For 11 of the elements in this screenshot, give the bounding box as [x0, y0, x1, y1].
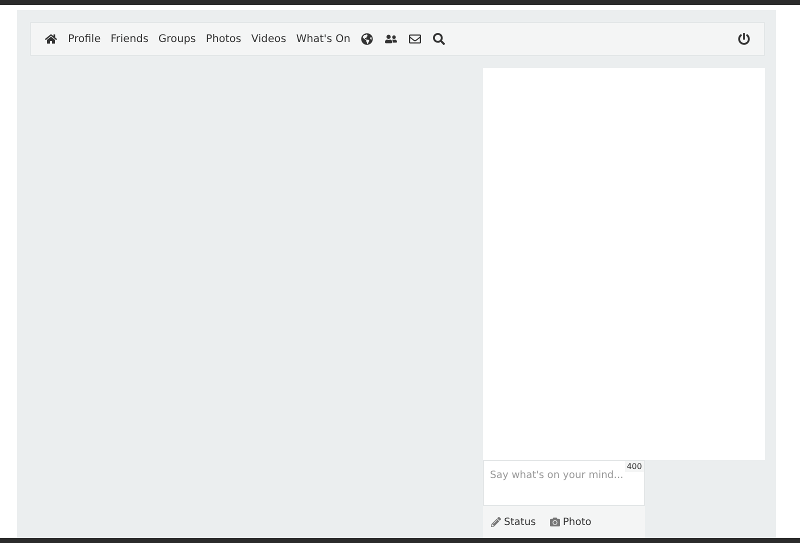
pencil-icon: [491, 517, 501, 527]
nav-link[interactable]: Profile: [63, 33, 106, 45]
nav-link[interactable]: Friends: [106, 33, 154, 45]
nav-link[interactable]: What's On: [291, 33, 356, 45]
camera-icon: [550, 517, 560, 527]
photo-button[interactable]: Photo: [550, 516, 592, 528]
nav-link[interactable]: Groups: [153, 33, 201, 45]
nav-link[interactable]: Photos: [200, 33, 246, 45]
status-button[interactable]: Status: [491, 516, 536, 528]
nav-link[interactable]: Videos: [246, 33, 292, 45]
character-counter: 400: [624, 461, 644, 472]
